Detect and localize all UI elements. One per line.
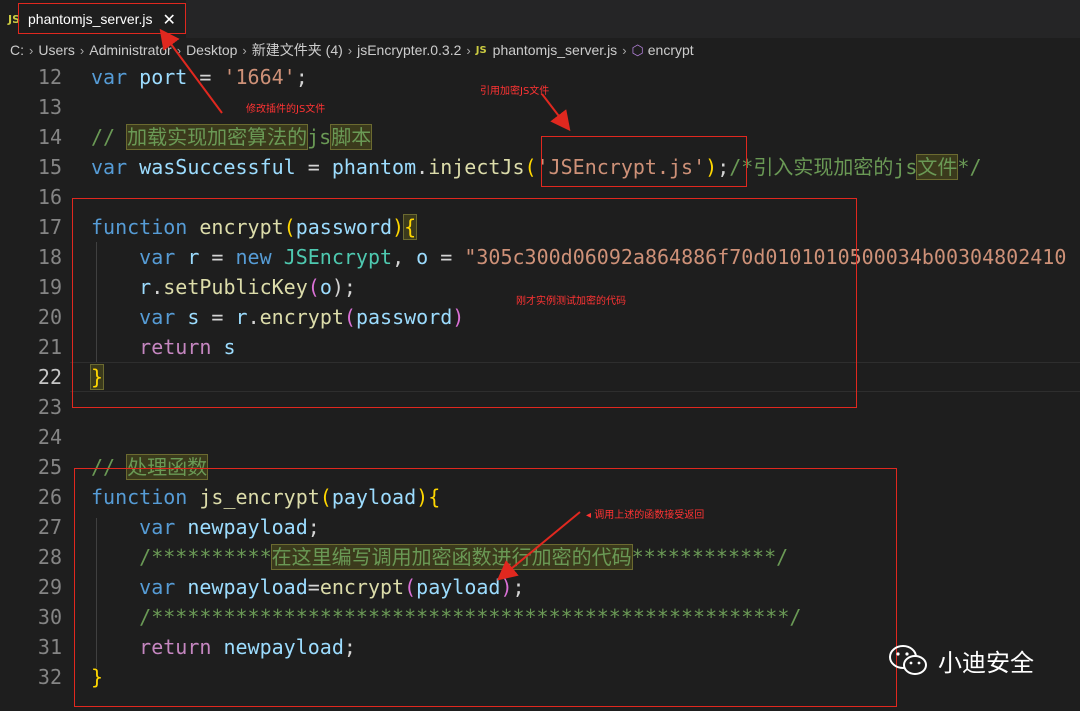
arrow-to-tab <box>159 28 223 114</box>
watermark: 小迪安全 <box>888 643 1034 678</box>
watermark-text: 小迪安全 <box>938 649 1034 677</box>
annotation-arrows <box>159 28 581 581</box>
arrow-to-injectjs <box>541 93 571 132</box>
wechat-icon <box>889 644 927 675</box>
arrow-to-encrypt-call <box>496 511 581 581</box>
